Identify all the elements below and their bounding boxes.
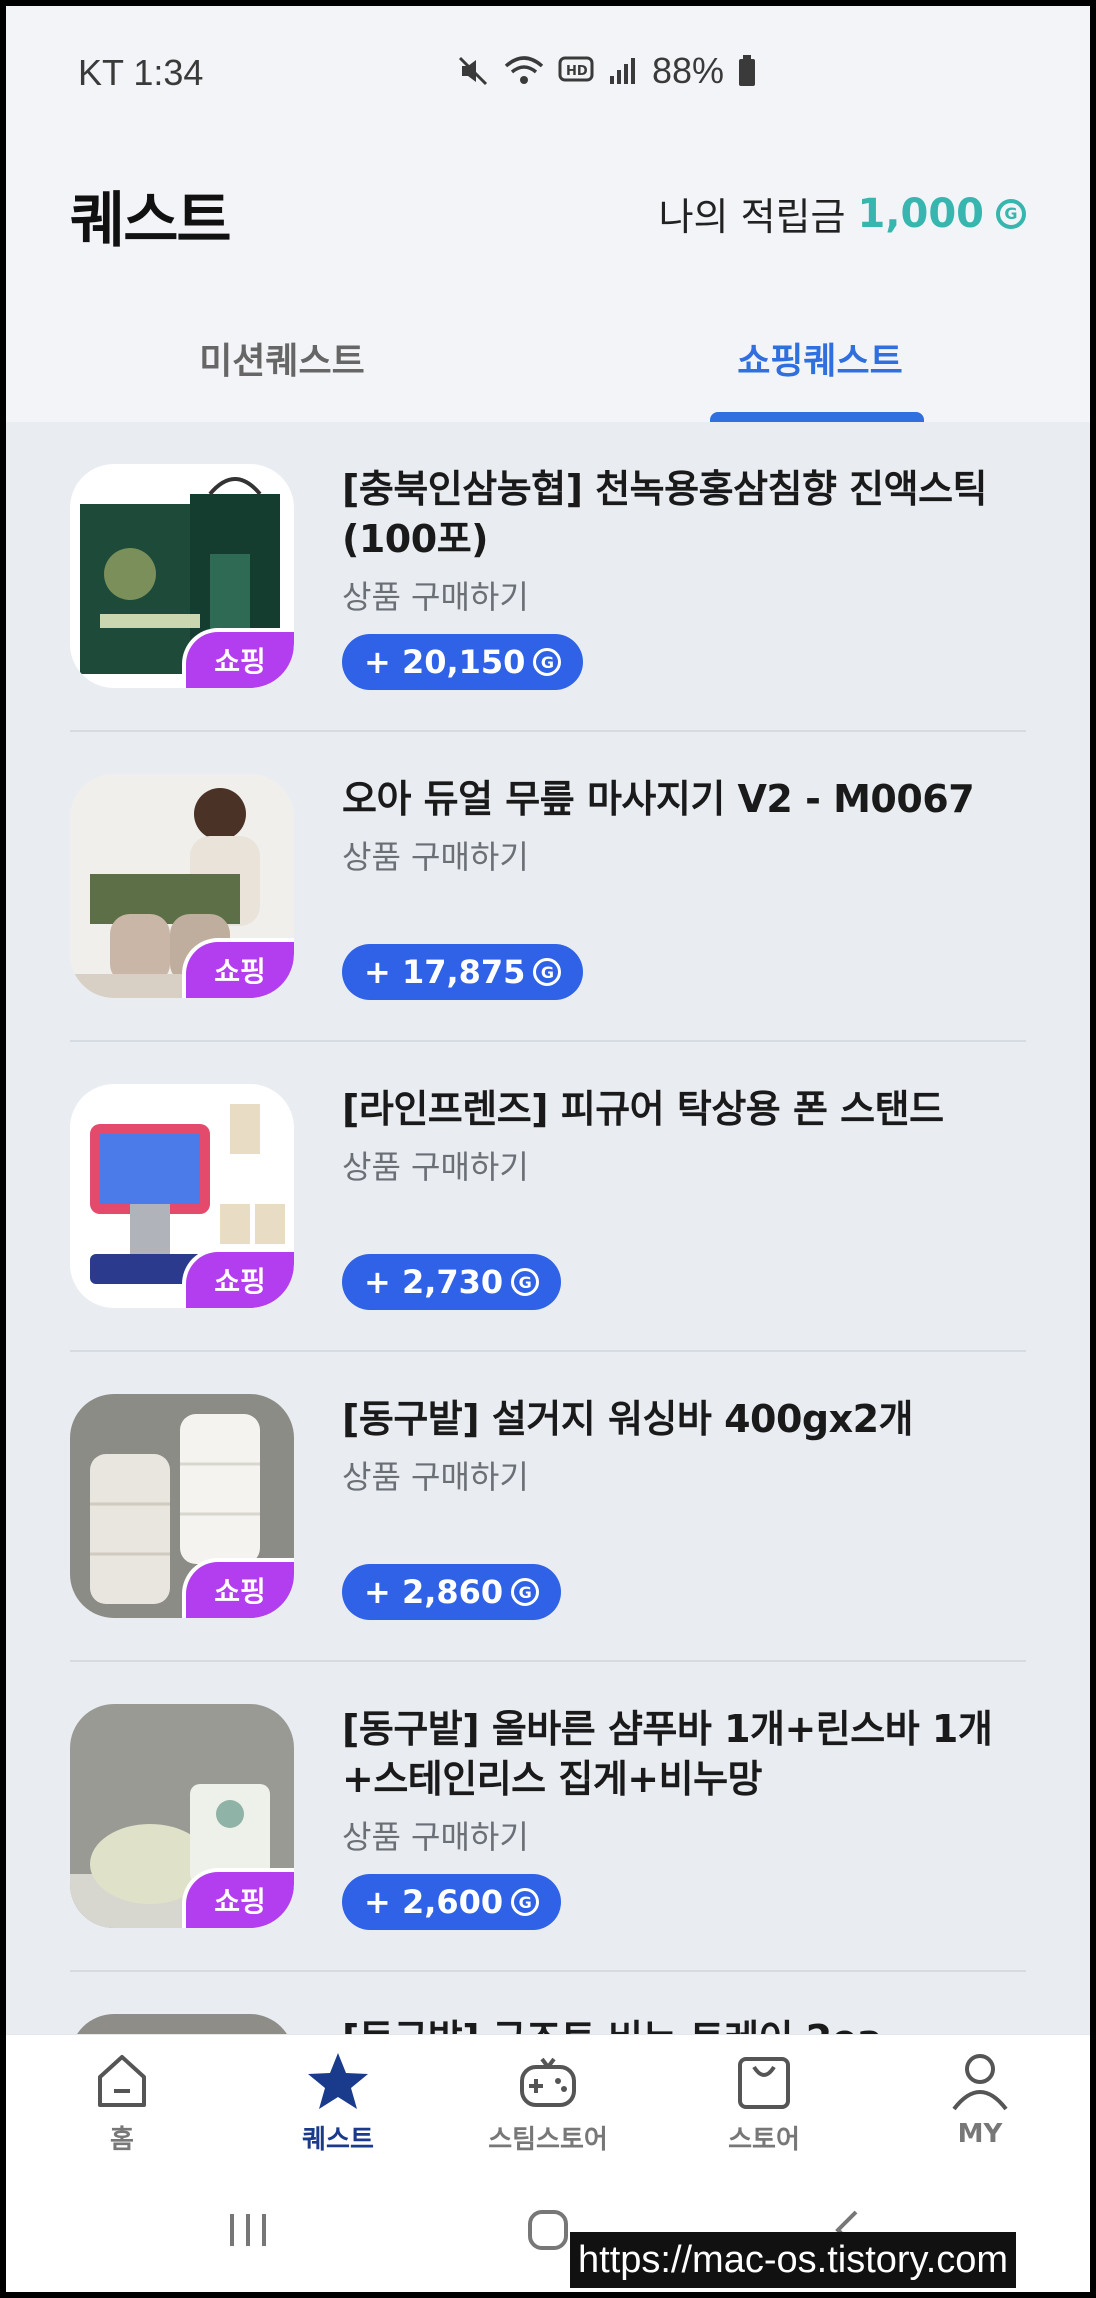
active-tab-indicator xyxy=(710,412,924,422)
reward-badge: + 17,875 G xyxy=(342,944,584,1000)
bottom-nav: 홈 퀘스트 스팀스토어 스토어 MY xyxy=(6,2034,1090,2174)
nav-item-quest[interactable]: 퀘스트 xyxy=(248,2049,428,2156)
status-bar: KT 1:34 HD 88% xyxy=(6,6,1090,136)
wifi-icon xyxy=(504,56,544,84)
shopping-bag-icon xyxy=(738,2057,790,2109)
reward-amount: + 20,150 xyxy=(364,643,526,681)
mute-icon xyxy=(458,56,488,86)
item-subtitle: 상품 구매하기 xyxy=(342,1818,529,1856)
nav-item-steem-store[interactable]: 스팀스토어 xyxy=(458,2049,638,2156)
shampoo-bar-image: 쇼핑 xyxy=(70,1704,294,1928)
quest-item[interactable]: 쇼핑 오아 듀얼 무릎 마사지기 V2 - M0067 상품 구매하기 + 17… xyxy=(70,732,1026,1042)
nav-label: MY xyxy=(957,2119,1003,2149)
gamepad-icon xyxy=(520,2057,576,2107)
watermark: https://mac-os.tistory.com xyxy=(570,2232,1017,2288)
reward-badge: + 20,150 G xyxy=(342,634,584,690)
reward-badge: + 2,600 G xyxy=(342,1874,562,1930)
tab-mission-quest[interactable]: 미션퀘스트 xyxy=(102,332,462,384)
page-title: 퀘스트 xyxy=(70,186,232,256)
ginseng-box-image: 쇼핑 xyxy=(70,464,294,688)
points-label: 나의 적립금 xyxy=(658,195,846,239)
item-title: [동구밭] 설거지 워싱바 400gx2개 xyxy=(342,1397,914,1441)
shopping-badge: 쇼핑 xyxy=(182,1558,294,1618)
battery-percent: 88% xyxy=(652,50,725,91)
nav-item-store[interactable]: 스토어 xyxy=(674,2049,854,2156)
home-icon xyxy=(98,2055,146,2107)
item-title: [라인프렌즈] 피규어 탁상용 폰 스탠드 xyxy=(342,1087,944,1131)
svg-text:HD: HD xyxy=(566,64,588,79)
item-subtitle: 상품 구매하기 xyxy=(342,1148,529,1186)
item-title: [충북인삼농협] 천녹용홍삼침향 진액스틱 (100포) xyxy=(342,467,988,561)
home-nav-icon[interactable] xyxy=(526,2208,570,2252)
quest-item[interactable]: 쇼핑 [충북인삼농협] 천녹용홍삼침향 진액스틱 (100포) 상품 구매하기 … xyxy=(70,422,1026,732)
nav-item-home[interactable]: 홈 xyxy=(32,2049,212,2156)
person-icon xyxy=(952,2054,1008,2111)
coin-icon: G xyxy=(996,198,1026,229)
nav-label: 스팀스토어 xyxy=(488,2125,608,2155)
hd-voice-icon: HD xyxy=(558,56,594,82)
coin-icon: G xyxy=(533,648,562,676)
quest-item[interactable]: 쇼핑 [라인프렌즈] 피규어 탁상용 폰 스탠드 상품 구매하기 + 2,730… xyxy=(70,1042,1026,1352)
washing-bar-image: 쇼핑 xyxy=(70,1394,294,1618)
coin-icon: G xyxy=(511,1268,540,1296)
phone-stand-image: 쇼핑 xyxy=(70,1084,294,1308)
shopping-badge: 쇼핑 xyxy=(182,628,294,688)
reward-amount: + 2,600 xyxy=(364,1883,504,1921)
quest-tabs: 미션퀘스트 쇼핑퀘스트 xyxy=(6,306,1090,422)
reward-amount: + 17,875 xyxy=(364,953,526,991)
star-icon xyxy=(308,2053,368,2109)
battery-icon xyxy=(739,55,756,86)
points-value: 1,000 xyxy=(857,190,984,237)
quest-item[interactable]: 쇼핑 [동구밭] 설거지 워싱바 400gx2개 상품 구매하기 + 2,860… xyxy=(70,1352,1026,1662)
reward-badge: + 2,730 G xyxy=(342,1254,562,1310)
nav-label: 퀘스트 xyxy=(302,2125,374,2155)
nav-item-my[interactable]: MY xyxy=(890,2049,1070,2149)
item-subtitle: 상품 구매하기 xyxy=(342,578,529,616)
item-title: [동구밭] 올바른 샴푸바 1개+린스바 1개+스테인리스 집게+비누망 xyxy=(342,1707,993,1801)
coin-icon: G xyxy=(533,958,562,986)
coin-icon: G xyxy=(511,1578,540,1606)
signal-icon xyxy=(610,58,635,84)
item-title: 오아 듀얼 무릎 마사지기 V2 - M0067 xyxy=(342,777,975,821)
status-icons: HD 88% xyxy=(456,50,756,92)
coin-icon: G xyxy=(511,1888,540,1916)
item-subtitle: 상품 구매하기 xyxy=(342,838,529,876)
quest-list: 쇼핑 [충북인삼농협] 천녹용홍삼침향 진액스틱 (100포) 상품 구매하기 … xyxy=(70,422,1026,2282)
tab-shopping-quest[interactable]: 쇼핑퀘스트 xyxy=(640,332,1000,384)
points-balance: 나의 적립금 1,000 G xyxy=(659,186,1026,241)
item-subtitle: 상품 구매하기 xyxy=(342,1458,529,1496)
shopping-badge: 쇼핑 xyxy=(182,938,294,998)
nav-label: 홈 xyxy=(110,2125,134,2155)
recent-apps-icon[interactable] xyxy=(226,2210,270,2250)
reward-amount: + 2,860 xyxy=(364,1573,504,1611)
nav-label: 스토어 xyxy=(728,2125,800,2155)
reward-badge: + 2,860 G xyxy=(342,1564,562,1620)
knee-massager-image: 쇼핑 xyxy=(70,774,294,998)
reward-amount: + 2,730 xyxy=(364,1263,504,1301)
status-time: KT 1:34 xyxy=(78,52,204,93)
quest-item[interactable]: 쇼핑 [동구밭] 올바른 샴푸바 1개+린스바 1개+스테인리스 집게+비누망 … xyxy=(70,1662,1026,1972)
shopping-badge: 쇼핑 xyxy=(182,1248,294,1308)
app-screen: KT 1:34 HD 88% 퀘스트 나의 적립금 1,000 G 미션퀘스트 … xyxy=(6,6,1090,2292)
shopping-badge: 쇼핑 xyxy=(182,1868,294,1928)
